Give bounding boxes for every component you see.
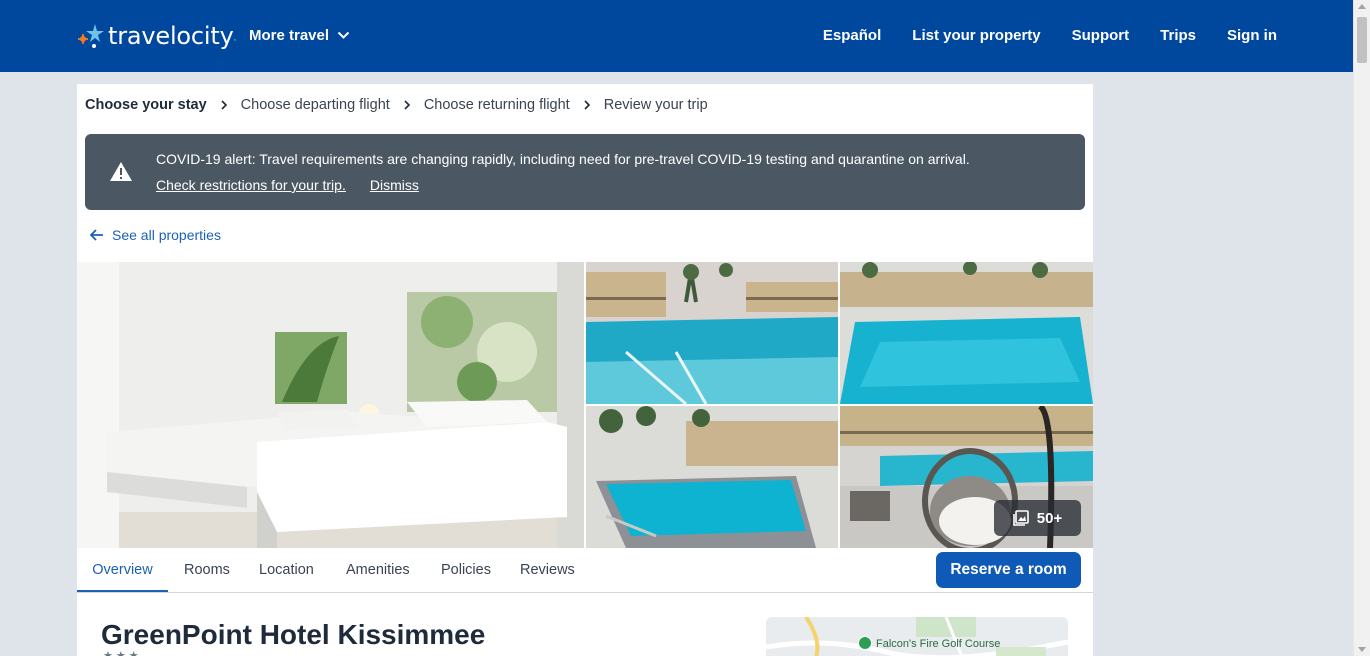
scroll-down-arrow-icon[interactable] (1358, 647, 1366, 652)
step-departing-flight: Choose departing flight (240, 97, 390, 113)
more-travel-label: More travel (249, 27, 330, 44)
photo-library-icon (1012, 510, 1029, 526)
alert-actions: Check restrictions for your trip. Dismis… (156, 177, 419, 193)
gallery-photo-room[interactable] (77, 262, 584, 548)
step-choose-stay: Choose your stay (85, 97, 207, 113)
tab-location[interactable]: Location (259, 548, 314, 592)
trips-link[interactable]: Trips (1160, 27, 1196, 44)
chevron-right-icon (221, 100, 227, 110)
tab-amenities[interactable]: Amenities (346, 548, 410, 592)
tab-reviews[interactable]: Reviews (520, 548, 575, 592)
tab-overview[interactable]: Overview (77, 548, 168, 592)
map-place-label: Falcon's Fire Golf Course (876, 638, 1001, 650)
chevron-right-icon (404, 100, 410, 110)
step-returning-flight: Choose returning flight (423, 97, 570, 113)
golf-course-pin-icon (858, 636, 872, 650)
hotel-name-heading: GreenPoint Hotel Kissimmee (101, 619, 486, 650)
photo-count-label: 50+ (1036, 509, 1063, 527)
see-all-properties-link[interactable]: See all properties (90, 227, 221, 243)
page-scrollbar[interactable] (1353, 0, 1370, 656)
gallery-photo-pool-3[interactable] (586, 406, 838, 548)
language-link[interactable]: Español (823, 27, 881, 44)
star-rating: ★★★ (103, 650, 142, 656)
warning-icon (110, 162, 132, 181)
gallery-photo-pool-2[interactable] (840, 262, 1093, 404)
check-restrictions-link[interactable]: Check restrictions for your trip. (156, 177, 346, 193)
location-map-preview[interactable]: Falcon's Fire Golf Course (766, 617, 1068, 656)
more-travel-menu[interactable]: More travel (249, 27, 350, 44)
map-image (766, 617, 1068, 656)
header-links: Español List your property Support Trips… (823, 27, 1277, 44)
scroll-thumb[interactable] (1357, 17, 1367, 63)
photo-gallery: 50+ (77, 262, 1093, 548)
property-tabs: Overview Rooms Location Amenities Polici… (77, 548, 1093, 593)
list-property-link[interactable]: List your property (912, 27, 1040, 44)
support-link[interactable]: Support (1072, 27, 1130, 44)
top-navigation-bar: travelocity· More travel Español List yo… (0, 0, 1353, 72)
chevron-right-icon (584, 100, 590, 110)
dismiss-alert-link[interactable]: Dismiss (370, 177, 419, 193)
sign-in-link[interactable]: Sign in (1227, 27, 1277, 44)
reserve-room-button[interactable]: Reserve a room (936, 552, 1081, 588)
chevron-down-icon (337, 31, 350, 39)
alert-message: COVID-19 alert: Travel requirements are … (156, 151, 970, 167)
view-all-photos-button[interactable]: 50+ (994, 500, 1081, 536)
arrow-left-icon (90, 229, 103, 241)
star-logo-icon (78, 24, 104, 48)
gallery-photo-pool-1[interactable] (586, 262, 838, 404)
booking-steps-breadcrumb: Choose your stay Choose departing flight… (85, 97, 708, 113)
covid-alert-banner: COVID-19 alert: Travel requirements are … (85, 134, 1085, 210)
see-all-properties-label: See all properties (112, 227, 221, 243)
tab-rooms[interactable]: Rooms (184, 548, 230, 592)
tab-policies[interactable]: Policies (441, 548, 491, 592)
step-review-trip: Review your trip (603, 97, 708, 113)
logo-wordmark: travelocity· (108, 22, 237, 50)
scroll-up-arrow-icon[interactable] (1358, 4, 1366, 9)
property-card: Choose your stay Choose departing flight… (77, 84, 1093, 656)
travelocity-logo[interactable]: travelocity· (76, 18, 236, 54)
